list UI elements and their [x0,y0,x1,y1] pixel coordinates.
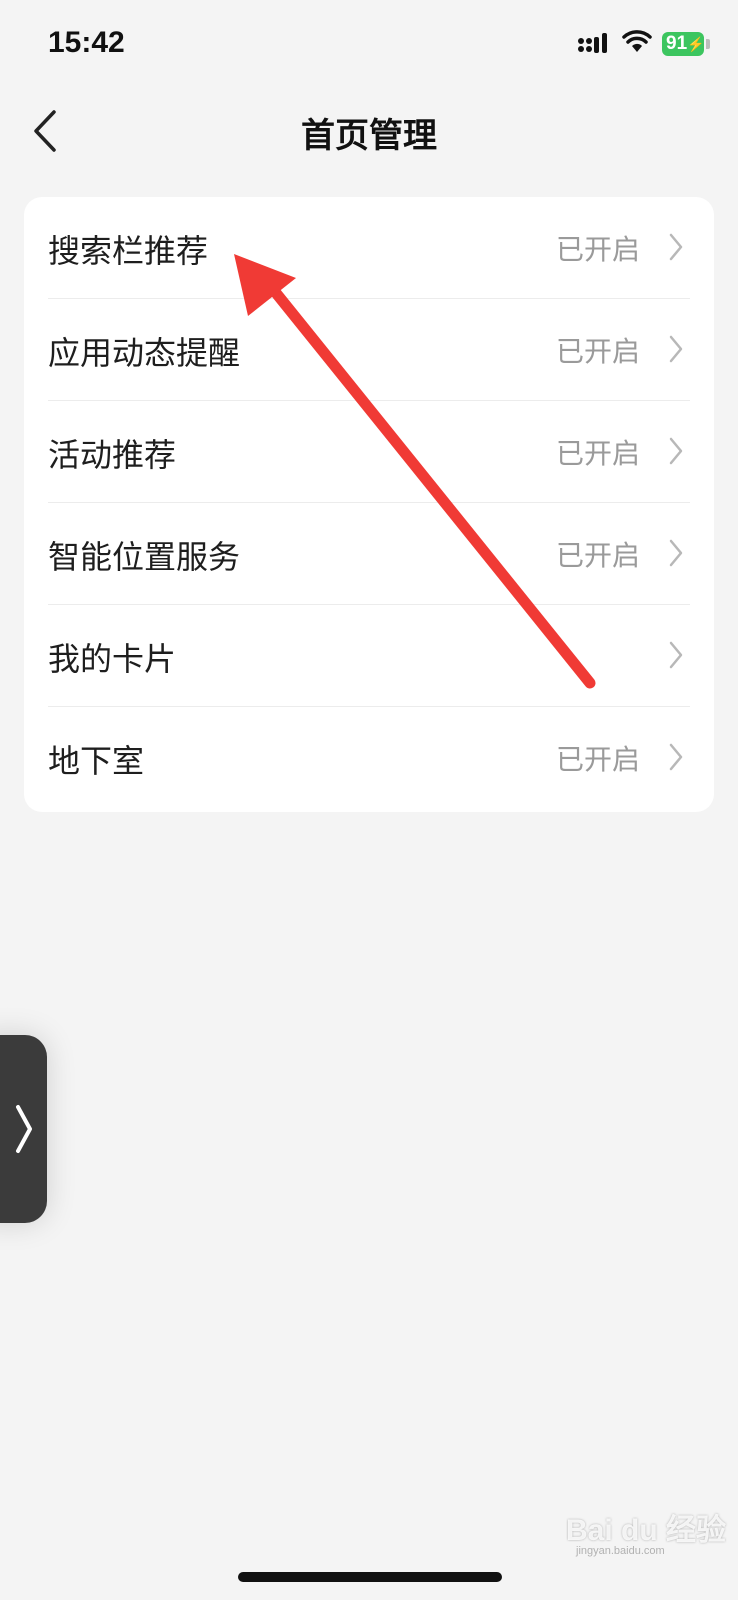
battery-cap [706,39,710,49]
setting-status: 已开启 [555,539,640,572]
settings-card: 搜索栏推荐 已开启 应用动态提醒 已开启 活动推荐 已开启 智能位置服务 已开启… [24,197,714,812]
setting-row-activity[interactable]: 活动推荐 已开启 [24,401,714,503]
chevron-right-icon [16,1105,32,1153]
chevron-right-icon [669,335,683,363]
chevron-right-icon [669,437,683,465]
battery-level: 91 [666,33,688,54]
chevron-right-icon [669,539,683,567]
setting-label: 活动推荐 [48,436,177,474]
setting-status: 已开启 [555,233,640,266]
watermark-logo: Bai du 经验 [566,1514,727,1547]
wifi-icon [622,30,652,52]
setting-label: 应用动态提醒 [48,334,241,372]
battery-icon: 91⚡ [662,32,705,56]
setting-label: 地下室 [48,742,145,780]
setting-label: 智能位置服务 [48,538,241,576]
side-panel-handle[interactable] [0,1035,47,1223]
watermark-url: jingyan.baidu.com [576,1545,665,1557]
nav-bar: 首页管理 [0,90,738,170]
setting-row-my-cards[interactable]: 我的卡片 [24,605,714,707]
setting-row-app-alerts[interactable]: 应用动态提醒 已开启 [24,299,714,401]
setting-label: 我的卡片 [48,640,177,678]
setting-status: 已开启 [555,335,640,368]
signal-icon [578,33,607,53]
chevron-right-icon [669,641,683,669]
status-time: 15:42 [48,26,125,59]
setting-row-search-bar[interactable]: 搜索栏推荐 已开启 [24,197,714,299]
setting-status: 已开启 [555,437,640,470]
status-bar: 15:42 91⚡ [0,0,738,90]
setting-row-location[interactable]: 智能位置服务 已开启 [24,503,714,605]
setting-row-basement[interactable]: 地下室 已开启 [24,707,714,809]
chevron-right-icon [669,233,683,261]
setting-label: 搜索栏推荐 [48,232,209,270]
page-title: 首页管理 [301,116,437,156]
setting-status: 已开启 [555,743,640,776]
chevron-right-icon [669,743,683,771]
home-indicator[interactable] [238,1572,502,1582]
